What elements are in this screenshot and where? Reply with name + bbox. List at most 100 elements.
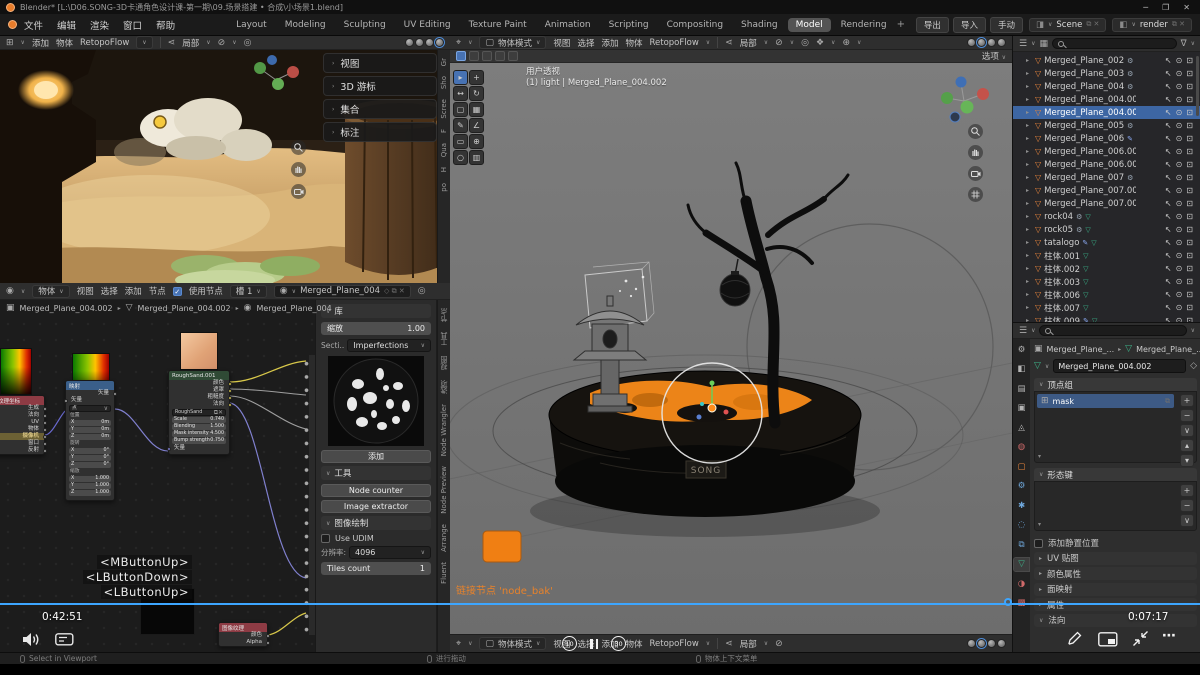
- extra-tool-button-2[interactable]: ○: [453, 150, 468, 165]
- tool-button[interactable]: Image extractor: [321, 500, 431, 513]
- side-tab[interactable]: po: [440, 183, 448, 192]
- vertex-groups-section[interactable]: ∨顶点组: [1034, 378, 1197, 391]
- add-button[interactable]: 添加: [321, 450, 431, 463]
- outliner-row[interactable]: ▸ ▽ Merged_Plane_003 ⚙ ✎ ▽ ↖ ⊙ ⊡: [1013, 67, 1200, 80]
- material-name-field[interactable]: ◉∨ Merged_Plane_004 ◇ ⧉ ✕: [274, 285, 411, 298]
- render-visibility-icon[interactable]: ⊡: [1186, 303, 1193, 312]
- node-title[interactable]: 映射: [66, 381, 114, 390]
- header-action-button[interactable]: 导入: [953, 17, 986, 33]
- hide-eye-icon[interactable]: ⊙: [1176, 121, 1183, 130]
- tiles-count-slider[interactable]: Tiles count1: [321, 562, 431, 575]
- hide-eye-icon[interactable]: ⊙: [1176, 251, 1183, 260]
- selectable-icon[interactable]: ↖: [1165, 69, 1172, 78]
- scale-tool-button[interactable]: ▢: [453, 102, 468, 117]
- cursor-tool-button[interactable]: +: [469, 70, 484, 85]
- vertex-group-specials-button[interactable]: ∨: [1180, 424, 1194, 437]
- main-3d-viewport[interactable]: SONG: [450, 36, 1012, 652]
- render-visibility-icon[interactable]: ⊡: [1186, 212, 1193, 221]
- hide-eye-icon[interactable]: ⊙: [1176, 160, 1183, 169]
- properties-tab[interactable]: ◧: [1014, 363, 1029, 376]
- wireframe-shading-button[interactable]: [967, 38, 976, 47]
- outliner-row[interactable]: ▸ ▽ Merged_Plane_002 ⚙ ✎ ▽ ↖ ⊙ ⊡: [1013, 54, 1200, 67]
- measure-tool-button[interactable]: ∠: [469, 118, 484, 133]
- select-box-icon[interactable]: [469, 51, 479, 61]
- node-output-socket[interactable]: 窗口: [0, 440, 44, 447]
- remove-vertex-group-button[interactable]: −: [1180, 409, 1194, 422]
- node-output-socket[interactable]: 生成: [0, 405, 44, 412]
- node-title[interactable]: RoughSand.001: [169, 371, 229, 380]
- outliner-search[interactable]: [1052, 38, 1177, 49]
- workspace-tab[interactable]: Scripting: [601, 18, 657, 32]
- disclosure-icon[interactable]: ▸: [1026, 278, 1032, 285]
- filter-icon[interactable]: ∇: [1181, 39, 1187, 49]
- disclosure-icon[interactable]: ▸: [1026, 174, 1032, 181]
- side-tab[interactable]: Node Wrangler: [440, 404, 448, 456]
- material-slot-dropdown[interactable]: 槽 1∨: [230, 285, 267, 298]
- properties-tab[interactable]: ⚙: [1014, 480, 1029, 493]
- render-visibility-icon[interactable]: ⊡: [1186, 264, 1193, 273]
- render-visibility-icon[interactable]: ⊡: [1186, 251, 1193, 260]
- selectable-icon[interactable]: ↖: [1165, 225, 1172, 234]
- outliner-row[interactable]: ▸ ▽ 柱体.006 ⚙ ✎ ▽ ↖ ⊙ ⊡: [1013, 288, 1200, 301]
- shape-key-specials-button[interactable]: ∨: [1180, 514, 1194, 527]
- selectable-icon[interactable]: ↖: [1165, 212, 1172, 221]
- workspace-tab[interactable]: Compositing: [659, 18, 731, 32]
- wireframe-shading-button[interactable]: [967, 639, 976, 648]
- transform-tool-button[interactable]: ▦: [469, 102, 484, 117]
- section-dropdown[interactable]: Imperfections∨: [347, 339, 431, 352]
- properties-tab[interactable]: ▽: [1014, 558, 1029, 571]
- node-output-socket[interactable]: 颜色: [169, 380, 229, 387]
- disclosure-icon[interactable]: ▸: [1026, 226, 1032, 233]
- collapsed-section[interactable]: ∨法向: [1034, 614, 1197, 627]
- disclosure-icon[interactable]: ▸: [1026, 57, 1032, 64]
- render-visibility-icon[interactable]: ⊡: [1186, 290, 1193, 299]
- properties-tab[interactable]: ✱: [1014, 499, 1029, 512]
- texture-coordinate-node[interactable]: 纹理坐标 生成 法向 UV 物体 摄像机: [0, 395, 45, 455]
- side-tab[interactable]: Arrange: [440, 524, 448, 552]
- material-shading-button[interactable]: [987, 38, 996, 47]
- hide-eye-icon[interactable]: ⊙: [1176, 82, 1183, 91]
- side-tab[interactable]: 选项: [439, 380, 449, 394]
- skip-back-button[interactable]: 10: [562, 636, 577, 651]
- rendered-shading-button[interactable]: [997, 38, 1006, 47]
- scene-selector[interactable]: ◨∨ Scene ⧉ ✕: [1029, 18, 1106, 32]
- properties-tab[interactable]: ◍: [1014, 441, 1029, 454]
- pip-icon[interactable]: [1098, 632, 1118, 647]
- pause-button[interactable]: [590, 639, 598, 649]
- mapping-node[interactable]: 映射 矢量 矢量 点∨ 位置 X0m: [65, 380, 115, 501]
- add-shape-key-button[interactable]: +: [1180, 484, 1194, 497]
- properties-tab[interactable]: ◌: [1014, 519, 1029, 532]
- hide-eye-icon[interactable]: ⊙: [1176, 134, 1183, 143]
- node-output-socket[interactable]: 摄像机: [0, 433, 44, 440]
- pivot-icon[interactable]: ⋖: [725, 639, 733, 649]
- selectable-icon[interactable]: ↖: [1165, 186, 1172, 195]
- side-tab[interactable]: H: [440, 167, 448, 172]
- selectable-icon[interactable]: ↖: [1165, 95, 1172, 104]
- blender-menu-icon[interactable]: [8, 20, 17, 29]
- node-parameter-slider[interactable]: Blending1.500: [172, 424, 226, 430]
- properties-search[interactable]: [1039, 325, 1186, 336]
- workspace-tab[interactable]: Shading: [733, 18, 786, 32]
- viewport-menu-item[interactable]: 添加: [32, 37, 49, 49]
- value-slider[interactable]: Z1.000: [69, 490, 111, 496]
- pan-hand-icon[interactable]: [291, 162, 306, 177]
- tool-options-dropdown[interactable]: 选项 ∨: [982, 50, 1006, 62]
- render-visibility-icon[interactable]: ⊡: [1186, 225, 1193, 234]
- side-tab[interactable]: 节点: [439, 308, 449, 322]
- outliner-row[interactable]: ▸ ▽ Merged_Plane_007 ⚙ ✎ ▽ ↖ ⊙ ⊡: [1013, 171, 1200, 184]
- outliner-row[interactable]: ▸ ▽ Merged_Plane_006 ⚙ ✎ ▽ ↖ ⊙ ⊡: [1013, 132, 1200, 145]
- disclosure-icon[interactable]: ▸: [1026, 239, 1032, 246]
- move-up-button[interactable]: ▴: [1180, 439, 1194, 452]
- hide-eye-icon[interactable]: ⊙: [1176, 173, 1183, 182]
- rest-position-checkbox[interactable]: [1034, 539, 1043, 548]
- tool-button[interactable]: Node counter: [321, 484, 431, 497]
- render-visibility-icon[interactable]: ⊡: [1186, 238, 1193, 247]
- move-tool-button[interactable]: ↔: [453, 86, 468, 101]
- collapsed-section[interactable]: ▸UV 贴图: [1034, 552, 1197, 565]
- camera-view-icon[interactable]: [968, 166, 983, 181]
- material-shading-button[interactable]: [425, 38, 434, 47]
- properties-tab[interactable]: ▣: [1014, 402, 1029, 415]
- disclosure-icon[interactable]: ▸: [1026, 83, 1032, 90]
- data-name-field[interactable]: Merged_Plane_004.002: [1053, 359, 1186, 373]
- disclosure-icon[interactable]: ▸: [1026, 291, 1032, 298]
